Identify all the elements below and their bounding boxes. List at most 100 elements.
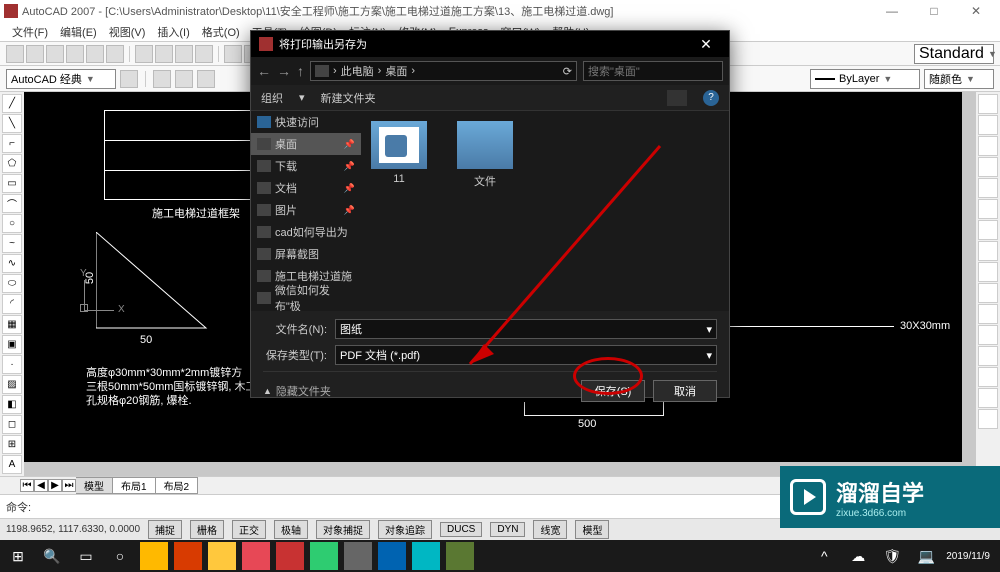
chamfer-tool-icon[interactable] xyxy=(978,367,998,387)
publish-icon[interactable] xyxy=(106,45,124,63)
forward-icon[interactable]: → xyxy=(277,63,291,79)
new-icon[interactable] xyxy=(6,45,24,63)
tab-next-icon[interactable]: ▶ xyxy=(48,479,62,492)
mirror-tool-icon[interactable] xyxy=(978,136,998,156)
match-icon[interactable] xyxy=(195,45,213,63)
snap-toggle[interactable]: 捕捉 xyxy=(148,520,182,539)
ellipse-arc-tool-icon[interactable]: ◜ xyxy=(2,294,22,313)
menu-edit[interactable]: 编辑(E) xyxy=(56,24,101,40)
save-button[interactable]: 保存(S) xyxy=(581,380,645,402)
tray-icon[interactable]: 💻 xyxy=(912,542,940,570)
paste-icon[interactable] xyxy=(175,45,193,63)
rectangle-tool-icon[interactable]: ▭ xyxy=(2,174,22,193)
maximize-button[interactable]: □ xyxy=(914,2,954,20)
rotate-tool-icon[interactable] xyxy=(978,220,998,240)
tab-first-icon[interactable]: ⏮ xyxy=(20,479,34,492)
grid-toggle[interactable]: 栅格 xyxy=(190,520,224,539)
menu-view[interactable]: 视图(V) xyxy=(105,24,150,40)
lwt-toggle[interactable]: 线宽 xyxy=(533,520,567,539)
collapse-icon[interactable]: ▲ xyxy=(263,386,272,396)
extend-tool-icon[interactable] xyxy=(978,304,998,324)
open-icon[interactable] xyxy=(26,45,44,63)
polar-toggle[interactable]: 极轴 xyxy=(274,520,308,539)
gradient-tool-icon[interactable]: ◧ xyxy=(2,395,22,414)
file-item[interactable]: 文件 xyxy=(457,121,513,189)
app-icon[interactable] xyxy=(412,542,440,570)
sidebar-pictures[interactable]: 图片📌 xyxy=(251,199,361,221)
dialog-close-button[interactable]: ✕ xyxy=(691,34,721,54)
chevron-down-icon[interactable]: ▾ xyxy=(706,323,712,336)
search-icon[interactable]: 🔍 xyxy=(38,542,66,570)
breadcrumb-pc[interactable]: 此电脑 xyxy=(341,63,374,79)
new-folder-button[interactable]: 新建文件夹 xyxy=(321,90,376,106)
minimize-button[interactable]: — xyxy=(872,2,912,20)
cortana-icon[interactable]: ○ xyxy=(106,542,134,570)
tab-model[interactable]: 模型 xyxy=(76,477,113,494)
linetype-combo[interactable]: ByLayer ▼ xyxy=(810,69,920,89)
save-icon[interactable] xyxy=(46,45,64,63)
print-icon[interactable] xyxy=(66,45,84,63)
text-style-combo[interactable]: Standard ▼ xyxy=(914,44,994,64)
otrack-toggle[interactable]: 对象追踪 xyxy=(378,520,432,539)
sidebar-quick-access[interactable]: 快速访问 xyxy=(251,111,361,133)
spline-tool-icon[interactable]: ∿ xyxy=(2,254,22,273)
taskbar-clock[interactable]: 2019/11/9 xyxy=(946,551,996,562)
view-options-icon[interactable] xyxy=(667,90,687,106)
task-view-icon[interactable]: ▭ xyxy=(72,542,100,570)
sidebar-folder-2[interactable]: 屏幕截图 xyxy=(251,243,361,265)
ortho-toggle[interactable]: 正交 xyxy=(232,520,266,539)
trim-tool-icon[interactable] xyxy=(978,283,998,303)
tray-icon[interactable]: ☁ xyxy=(844,542,872,570)
ellipse-tool-icon[interactable]: ⬭ xyxy=(2,274,22,293)
app-icon[interactable] xyxy=(242,542,270,570)
tab-prev-icon[interactable]: ◀ xyxy=(34,479,48,492)
file-item[interactable]: 11 xyxy=(371,121,427,185)
ducs-toggle[interactable]: DUCS xyxy=(440,522,482,537)
close-button[interactable]: ✕ xyxy=(956,2,996,20)
path-breadcrumb[interactable]: › 此电脑 › 桌面 › ⟳ xyxy=(310,61,577,81)
dyn-toggle[interactable]: DYN xyxy=(490,522,525,537)
arc-tool-icon[interactable]: ⌒ xyxy=(2,194,22,213)
layer-states-icon[interactable] xyxy=(197,70,215,88)
scale-tool-icon[interactable] xyxy=(978,241,998,261)
insert-block-tool-icon[interactable]: ▦ xyxy=(2,315,22,334)
sidebar-downloads[interactable]: 下载📌 xyxy=(251,155,361,177)
back-icon[interactable]: ← xyxy=(257,63,271,79)
tab-layout2[interactable]: 布局2 xyxy=(156,477,199,494)
cut-icon[interactable] xyxy=(135,45,153,63)
menu-insert[interactable]: 插入(I) xyxy=(153,24,193,40)
circle-tool-icon[interactable]: ○ xyxy=(2,214,22,233)
move-tool-icon[interactable] xyxy=(978,199,998,219)
fillet-tool-icon[interactable] xyxy=(978,388,998,408)
start-button-icon[interactable]: ⊞ xyxy=(4,542,32,570)
erase-tool-icon[interactable] xyxy=(978,94,998,114)
tray-up-icon[interactable]: ^ xyxy=(810,542,838,570)
polyline-tool-icon[interactable]: ⌐ xyxy=(2,134,22,153)
menu-format[interactable]: 格式(O) xyxy=(198,24,244,40)
app-icon[interactable] xyxy=(276,542,304,570)
undo-icon[interactable] xyxy=(224,45,242,63)
stretch-tool-icon[interactable] xyxy=(978,262,998,282)
cancel-button[interactable]: 取消 xyxy=(653,380,717,402)
preview-icon[interactable] xyxy=(86,45,104,63)
layer-icon[interactable] xyxy=(153,70,171,88)
table-tool-icon[interactable]: ⊞ xyxy=(2,435,22,454)
up-icon[interactable]: ↑ xyxy=(297,63,304,79)
wechat-icon[interactable] xyxy=(310,542,338,570)
menu-file[interactable]: 文件(F) xyxy=(8,24,52,40)
sidebar-desktop[interactable]: 桌面📌 xyxy=(251,133,361,155)
vertical-scrollbar[interactable] xyxy=(962,92,976,476)
polygon-tool-icon[interactable]: ⬠ xyxy=(2,154,22,173)
model-toggle[interactable]: 模型 xyxy=(575,520,609,539)
point-tool-icon[interactable]: · xyxy=(2,355,22,374)
tab-last-icon[interactable]: ⏭ xyxy=(62,479,76,492)
sidebar-folder-4[interactable]: 微信如何发布"极 xyxy=(251,287,361,309)
organize-menu[interactable]: 组织 xyxy=(261,90,283,106)
osnap-toggle[interactable]: 对象捕捉 xyxy=(316,520,370,539)
break-tool-icon[interactable] xyxy=(978,325,998,345)
revcloud-tool-icon[interactable]: ~ xyxy=(2,234,22,253)
help-icon[interactable]: ? xyxy=(703,90,719,106)
autocad-task-icon[interactable] xyxy=(446,542,474,570)
wps-icon[interactable] xyxy=(378,542,406,570)
filetype-combo[interactable]: PDF 文档 (*.pdf) ▾ xyxy=(335,345,717,365)
